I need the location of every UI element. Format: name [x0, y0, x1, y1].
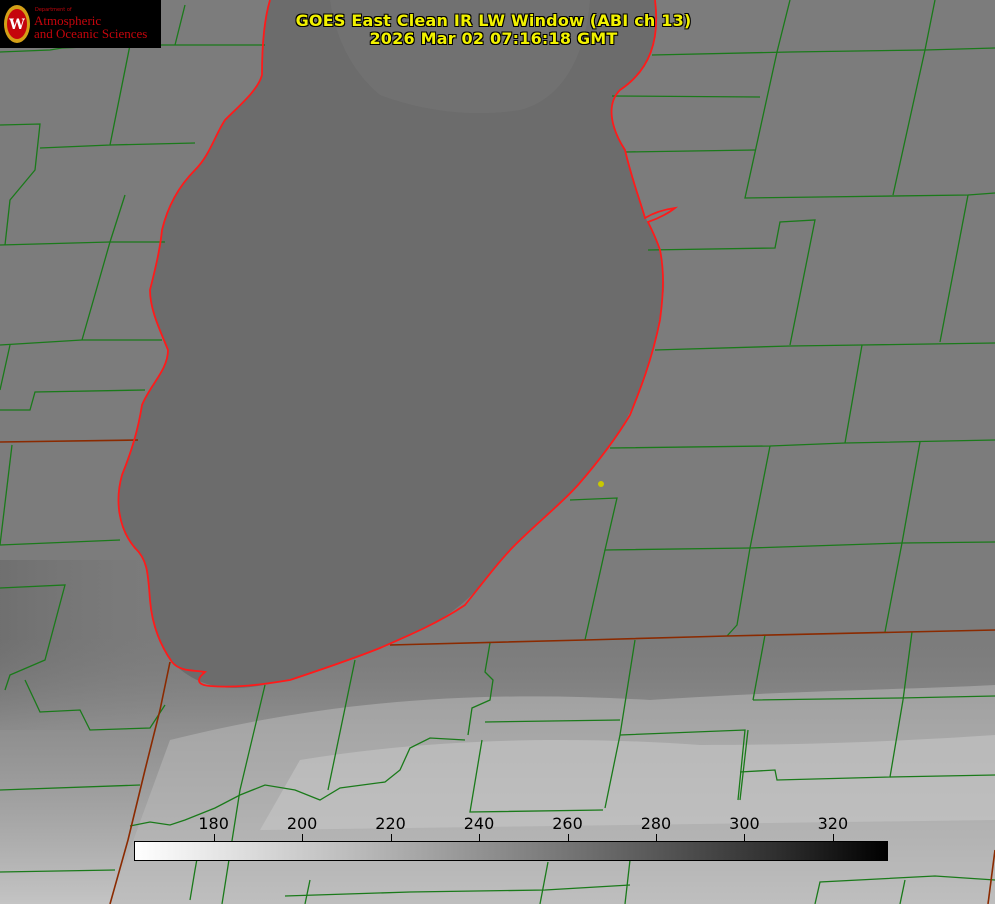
satellite-map	[0, 0, 995, 904]
image-timestamp: 2026 Mar 02 07:16:18 GMT	[369, 29, 618, 48]
image-title: GOES East Clean IR LW Window (ABI ch 13)	[295, 11, 692, 30]
satellite-image-viewer: W Department of Atmospheric and Oceanic …	[0, 0, 995, 904]
location-marker	[598, 481, 604, 487]
